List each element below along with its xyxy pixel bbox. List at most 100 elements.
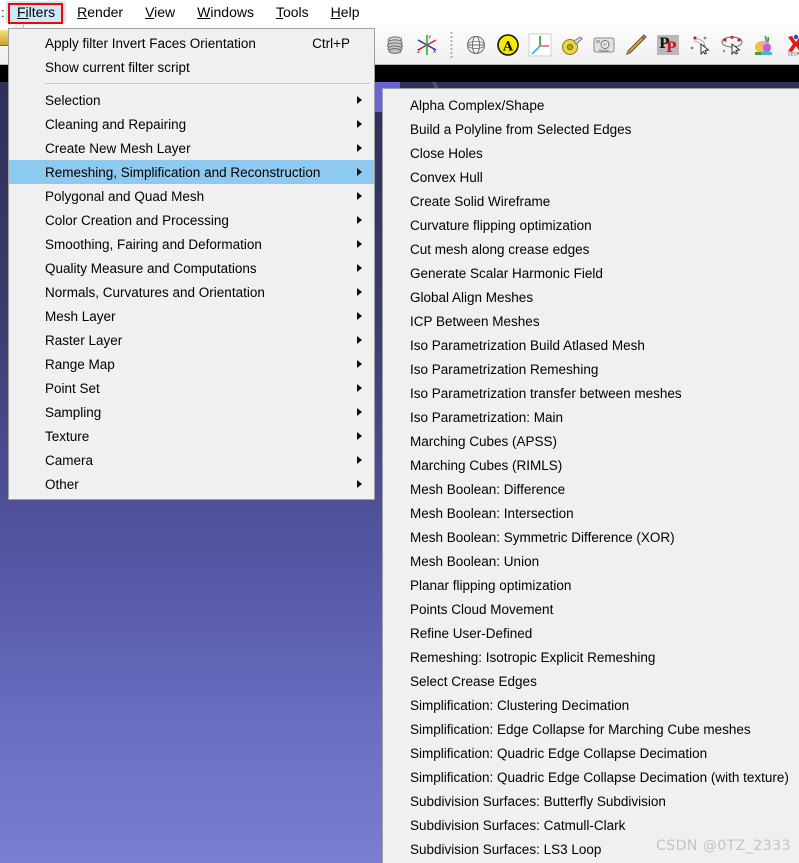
- submenu-item[interactable]: Select Crease Edges: [383, 669, 799, 693]
- submenu-item[interactable]: Alpha Complex/Shape: [383, 93, 799, 117]
- menu-item-other[interactable]: Other: [9, 472, 374, 496]
- submenu-item[interactable]: Convex Hull: [383, 165, 799, 189]
- svg-text:Z: Z: [417, 49, 420, 55]
- submenu-arrow-icon: [357, 264, 362, 272]
- colored-bunny-icon[interactable]: [749, 30, 779, 60]
- axis-cross-icon[interactable]: Y Z X: [412, 30, 442, 60]
- menu-item-apply-filter[interactable]: Apply filter Invert Faces Orientation Ct…: [9, 31, 374, 55]
- submenu-item-label: Planar flipping optimization: [410, 577, 572, 593]
- menubar-item-help[interactable]: Help: [320, 1, 371, 23]
- submenu-arrow-icon: [357, 360, 362, 368]
- submenu-arrow-icon: [357, 168, 362, 176]
- georef-icon[interactable]: GEOREF: [781, 30, 799, 60]
- coordinate-axes-icon[interactable]: [525, 30, 555, 60]
- submenu-item[interactable]: Cut mesh along crease edges: [383, 237, 799, 261]
- point-picking-icon[interactable]: [685, 30, 715, 60]
- letter-a-circle-icon[interactable]: A: [493, 30, 523, 60]
- menu-item-label: Texture: [45, 428, 90, 444]
- submenu-item[interactable]: Mesh Boolean: Intersection: [383, 501, 799, 525]
- menu-item-show-filter-script[interactable]: Show current filter script: [9, 55, 374, 79]
- submenu-item[interactable]: Close Holes: [383, 141, 799, 165]
- menu-item-range-map[interactable]: Range Map: [9, 352, 374, 376]
- submenu-item[interactable]: Remeshing: Isotropic Explicit Remeshing: [383, 645, 799, 669]
- submenu-arrow-icon: [357, 312, 362, 320]
- submenu-item-label: Iso Parametrization Build Atlased Mesh: [410, 337, 645, 353]
- submenu-item[interactable]: Create Solid Wireframe: [383, 189, 799, 213]
- submenu-item[interactable]: Iso Parametrization transfer between mes…: [383, 381, 799, 405]
- submenu-item[interactable]: Mesh Boolean: Symmetric Difference (XOR): [383, 525, 799, 549]
- paintbrush-icon[interactable]: [621, 30, 651, 60]
- menu-item-mesh-layer[interactable]: Mesh Layer: [9, 304, 374, 328]
- submenu-item[interactable]: Subdivision Surfaces: Butterfly Subdivis…: [383, 789, 799, 813]
- submenu-item[interactable]: Refine User-Defined: [383, 621, 799, 645]
- pp-logo-icon[interactable]: P P: [653, 30, 683, 60]
- submenu-item[interactable]: Marching Cubes (RIMLS): [383, 453, 799, 477]
- submenu-item[interactable]: ICP Between Meshes: [383, 309, 799, 333]
- measure-tape-icon[interactable]: [557, 30, 587, 60]
- menu-item-shortcut: Ctrl+P: [312, 35, 350, 51]
- submenu-item[interactable]: Iso Parametrization Remeshing: [383, 357, 799, 381]
- menu-item-normals-curvatures-and-orientation[interactable]: Normals, Curvatures and Orientation: [9, 280, 374, 304]
- menubar-item-render[interactable]: Render: [66, 1, 134, 23]
- menu-item-cleaning-and-repairing[interactable]: Cleaning and Repairing: [9, 112, 374, 136]
- submenu-item-label: Iso Parametrization transfer between mes…: [410, 385, 682, 401]
- submenu-item[interactable]: Simplification: Quadric Edge Collapse De…: [383, 765, 799, 789]
- menu-item-label: Remeshing, Simplification and Reconstruc…: [45, 164, 321, 180]
- menu-item-smoothing-fairing-and-deformation[interactable]: Smoothing, Fairing and Deformation: [9, 232, 374, 256]
- submenu-item-label: Close Holes: [410, 145, 483, 161]
- menu-item-label: Show current filter script: [45, 59, 190, 75]
- menu-item-quality-measure-and-computations[interactable]: Quality Measure and Computations: [9, 256, 374, 280]
- submenu-arrow-icon: [357, 384, 362, 392]
- submenu-item[interactable]: Subdivision Surfaces: Catmull-Clark: [383, 813, 799, 837]
- menu-item-label: Quality Measure and Computations: [45, 260, 257, 276]
- submenu-item[interactable]: Points Cloud Movement: [383, 597, 799, 621]
- submenu-item[interactable]: Iso Parametrization Build Atlased Mesh: [383, 333, 799, 357]
- menu-item-color-creation-and-processing[interactable]: Color Creation and Processing: [9, 208, 374, 232]
- align-points-icon[interactable]: [717, 30, 747, 60]
- menu-item-label: Raster Layer: [45, 332, 123, 348]
- svg-text:Y: Y: [428, 35, 432, 41]
- submenu-item[interactable]: Simplification: Quadric Edge Collapse De…: [383, 741, 799, 765]
- submenu-item[interactable]: Iso Parametrization: Main: [383, 405, 799, 429]
- menubar-item-tools[interactable]: Tools: [265, 1, 320, 23]
- submenu-item-label: Create Solid Wireframe: [410, 193, 551, 209]
- toolbar-icon-group: Y Z X A Raster P P GEOR: [380, 24, 799, 65]
- menu-separator: [45, 83, 370, 84]
- submenu-item-label: Marching Cubes (RIMLS): [410, 457, 563, 473]
- submenu-item-label: Generate Scalar Harmonic Field: [410, 265, 603, 281]
- menu-item-point-set[interactable]: Point Set: [9, 376, 374, 400]
- submenu-item[interactable]: Global Align Meshes: [383, 285, 799, 309]
- menu-item-label: Create New Mesh Layer: [45, 140, 191, 156]
- menubar-item-view[interactable]: View: [134, 1, 186, 23]
- menubar-item-filters[interactable]: Filters: [6, 1, 67, 23]
- menu-item-remeshing-simplification-and-reconstruction[interactable]: Remeshing, Simplification and Reconstruc…: [9, 160, 374, 184]
- submenu-item-label: Simplification: Clustering Decimation: [410, 697, 630, 713]
- menu-item-raster-layer[interactable]: Raster Layer: [9, 328, 374, 352]
- submenu-item[interactable]: Planar flipping optimization: [383, 573, 799, 597]
- menu-item-label: Point Set: [45, 380, 100, 396]
- layered-disc-icon[interactable]: [380, 30, 410, 60]
- submenu-item[interactable]: Mesh Boolean: Difference: [383, 477, 799, 501]
- submenu-item[interactable]: Simplification: Clustering Decimation: [383, 693, 799, 717]
- submenu-item[interactable]: Curvature flipping optimization: [383, 213, 799, 237]
- submenu-item[interactable]: Build a Polyline from Selected Edges: [383, 117, 799, 141]
- menubar-item-windows[interactable]: Windows: [186, 1, 265, 23]
- menu-item-texture[interactable]: Texture: [9, 424, 374, 448]
- submenu-item-label: Remeshing: Isotropic Explicit Remeshing: [410, 649, 656, 665]
- menu-item-polygonal-and-quad-mesh[interactable]: Polygonal and Quad Mesh: [9, 184, 374, 208]
- menu-item-label: Apply filter Invert Faces Orientation: [45, 35, 256, 51]
- submenu-item[interactable]: Marching Cubes (APSS): [383, 429, 799, 453]
- menu-item-create-new-mesh-layer[interactable]: Create New Mesh Layer: [9, 136, 374, 160]
- raster-alignment-camera-icon[interactable]: Raster: [589, 30, 619, 60]
- submenu-arrow-icon: [357, 456, 362, 464]
- menu-item-sampling[interactable]: Sampling: [9, 400, 374, 424]
- submenu-item[interactable]: Generate Scalar Harmonic Field: [383, 261, 799, 285]
- submenu-item[interactable]: Simplification: Edge Collapse for Marchi…: [383, 717, 799, 741]
- sphere-wireframe-icon[interactable]: [461, 30, 491, 60]
- submenu-arrow-icon: [357, 288, 362, 296]
- submenu-item[interactable]: Mesh Boolean: Union: [383, 549, 799, 573]
- menu-item-camera[interactable]: Camera: [9, 448, 374, 472]
- menu-item-selection[interactable]: Selection: [9, 88, 374, 112]
- svg-text:A: A: [502, 39, 514, 54]
- submenu-item-label: Refine User-Defined: [410, 625, 533, 641]
